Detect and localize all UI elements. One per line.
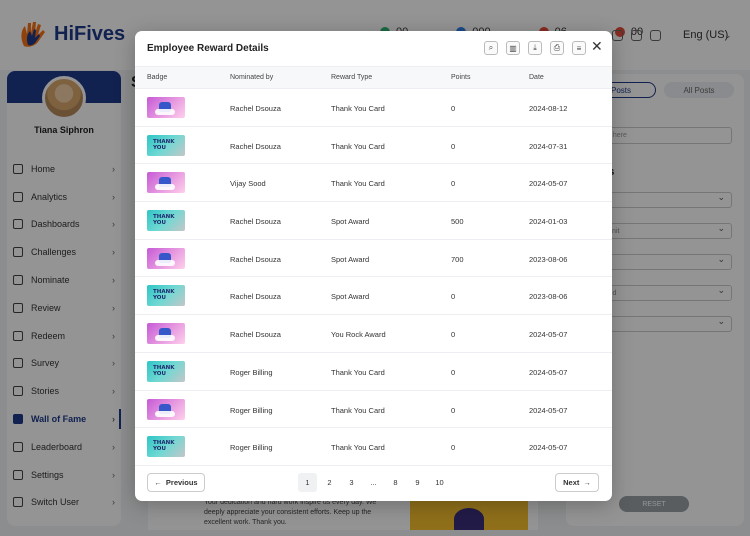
points-cell: 0 <box>451 443 456 453</box>
reward-badge-image <box>147 247 185 269</box>
table-row[interactable]: Rachel Dsouza Spot Award 700 2023-08-06 <box>135 240 612 278</box>
reward-type-cell: Spot Award <box>331 292 370 302</box>
pagination: ← Previous 1 2 3... 8 9 10 Next → <box>135 467 612 501</box>
page-number-button[interactable]: 3 <box>342 473 361 492</box>
reward-type-cell: Thank You Card <box>331 104 385 113</box>
badge-text: THANK YOU <box>153 440 175 453</box>
column-header-date[interactable]: Date <box>529 74 544 81</box>
table-header: Badge Nominated by Reward Type Points Da… <box>135 66 612 89</box>
nominated-by-cell: Rachel Dsouza <box>230 254 281 264</box>
previous-label: Previous <box>165 478 198 487</box>
page-ellipsis: ... <box>370 478 377 487</box>
points-cell: 0 <box>451 367 456 377</box>
reward-type-cell: Spot Award <box>331 254 370 264</box>
close-icon[interactable]: ✕ <box>591 39 603 53</box>
page-number-button[interactable]: 2 <box>320 473 339 492</box>
reward-type-cell: Spot Award <box>331 217 370 227</box>
next-label: Next <box>563 478 580 487</box>
date-cell: 2024-05-07 <box>529 367 568 377</box>
reward-type-cell: Thank You Card <box>331 443 385 453</box>
reward-badge-image: THANK YOU <box>147 436 185 458</box>
date-cell: 2024-08-12 <box>529 104 568 113</box>
print-icon[interactable]: ⎙ <box>550 41 564 55</box>
reward-badge-image: THANK YOU <box>147 285 185 307</box>
table-row[interactable]: Vijay Sood Thank You Card 0 2024-05-07 <box>135 164 612 203</box>
previous-button[interactable]: ← Previous <box>147 473 205 492</box>
reward-badge-image <box>147 398 185 420</box>
table-row[interactable]: Roger Billing Thank You Card 0 2024-05-07 <box>135 391 612 429</box>
columns-icon[interactable]: ▥ <box>506 41 520 55</box>
date-cell: 2024-05-07 <box>529 443 568 453</box>
reward-badge-image: THANK YOU <box>147 210 185 232</box>
table-body: Rachel Dsouza Thank You Card 0 2024-08-12 TH… <box>135 89 612 466</box>
date-cell: 2024-05-07 <box>529 405 568 415</box>
reward-type-cell: Thank You Card <box>331 367 385 377</box>
points-cell: 500 <box>451 217 464 227</box>
date-cell: 2024-07-31 <box>529 141 568 151</box>
column-header-points[interactable]: Points <box>451 74 470 81</box>
points-cell: 0 <box>451 330 456 340</box>
date-cell: 2023-08-06 <box>529 292 568 302</box>
table-row[interactable]: THANK YOU Rachel Dsouza Spot Award 0 2023-08… <box>135 277 612 316</box>
next-button[interactable]: Next → <box>555 473 599 492</box>
column-header-nominated-by[interactable]: Nominated by <box>230 74 273 81</box>
points-cell: 0 <box>451 104 456 113</box>
column-header-reward-type[interactable]: Reward Type <box>331 74 372 81</box>
page-number-button[interactable]: 8 <box>386 473 405 492</box>
reward-badge-image <box>147 323 185 345</box>
reward-details-modal: Employee Reward Details ⌕ ▥ ⤓ ⎙ ≡ ✕ Badg… <box>135 31 612 501</box>
page-number-button[interactable]: 10 <box>430 473 449 492</box>
nominated-by-cell: Rachel Dsouza <box>230 141 281 151</box>
badge-text: THANK YOU <box>153 214 175 227</box>
table-row[interactable]: Rachel Dsouza You Rock Award 0 2024-05-07 <box>135 315 612 353</box>
nominated-by-cell: Roger Billing <box>230 405 273 415</box>
reward-type-cell: Thank You Card <box>331 405 385 415</box>
badge-text: THANK YOU <box>153 138 175 151</box>
arrow-right-icon: → <box>583 478 591 487</box>
modal-title: Employee Reward Details <box>147 43 269 54</box>
nominated-by-cell: Roger Billing <box>230 367 273 377</box>
table-row[interactable]: THANK YOU Rachel Dsouza Spot Award 500 2024-… <box>135 202 612 240</box>
page-number-button[interactable]: 1 <box>298 473 317 492</box>
nominated-by-cell: Rachel Dsouza <box>230 217 281 227</box>
nominated-by-cell: Rachel Dsouza <box>230 104 281 113</box>
points-cell: 0 <box>451 141 456 151</box>
arrow-left-icon: ← <box>154 478 162 487</box>
reward-badge-image <box>147 97 185 118</box>
nominated-by-cell: Roger Billing <box>230 443 273 453</box>
reward-badge-image <box>147 172 185 194</box>
download-icon[interactable]: ⤓ <box>528 41 542 55</box>
date-cell: 2024-05-07 <box>529 330 568 340</box>
date-cell: 2024-01-03 <box>529 217 568 227</box>
table-row[interactable]: Rachel Dsouza Thank You Card 0 2024-08-12 <box>135 89 612 127</box>
reward-type-cell: Thank You Card <box>331 141 385 151</box>
table-row[interactable]: THANK YOU Roger Billing Thank You Card 0 202… <box>135 428 612 466</box>
points-cell: 0 <box>451 405 456 415</box>
points-cell: 0 <box>451 292 456 302</box>
nominated-by-cell: Vijay Sood <box>230 179 266 189</box>
badge-text: THANK YOU <box>153 364 175 377</box>
table-row[interactable]: THANK YOU Rachel Dsouza Thank You Card 0 202… <box>135 127 612 165</box>
column-header-badge[interactable]: Badge <box>147 74 167 81</box>
reward-badge-image: THANK YOU <box>147 134 185 156</box>
badge-text: THANK YOU <box>153 289 175 302</box>
points-cell: 700 <box>451 254 464 264</box>
search-icon[interactable]: ⌕ <box>484 41 498 55</box>
reward-type-cell: You Rock Award <box>331 330 386 340</box>
points-cell: 0 <box>451 179 456 189</box>
page-number-button[interactable]: 9 <box>408 473 427 492</box>
date-cell: 2023-08-06 <box>529 254 568 264</box>
reward-type-cell: Thank You Card <box>331 179 385 189</box>
table-toolbar: ⌕ ▥ ⤓ ⎙ ≡ <box>484 41 586 55</box>
date-cell: 2024-05-07 <box>529 179 568 189</box>
nominated-by-cell: Rachel Dsouza <box>230 292 281 302</box>
reward-badge-image: THANK YOU <box>147 360 185 382</box>
nominated-by-cell: Rachel Dsouza <box>230 330 281 340</box>
filter-icon[interactable]: ≡ <box>572 41 586 55</box>
table-row[interactable]: THANK YOU Roger Billing Thank You Card 0 202… <box>135 353 612 391</box>
